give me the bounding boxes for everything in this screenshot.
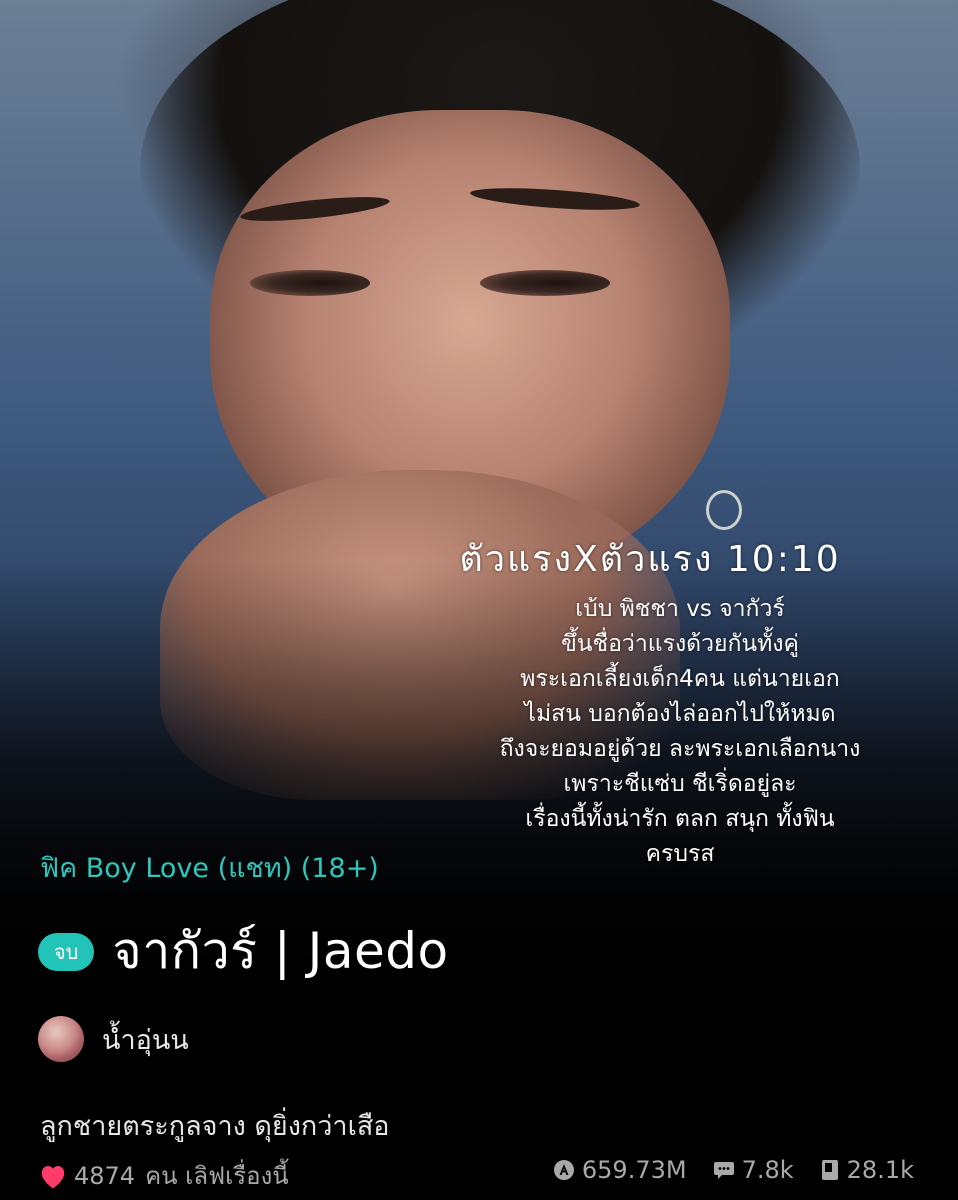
cover-overlay-blurb: เบ้บ พิชชา vs จากัวร์ ขึ้นชื่อว่าแรงด้วย… — [430, 592, 930, 872]
author-link[interactable]: น้ำอุ่นน — [38, 1016, 189, 1062]
blurb-line: ไม่สน บอกต้องไล่ออกไปให้หมด — [524, 701, 836, 727]
cover-overlay-title: ตัวแรงXตัวแรง 10:10 — [459, 539, 841, 580]
comments-count: 7.8k — [741, 1156, 794, 1184]
blurb-line: เบ้บ พิชชา vs จากัวร์ — [575, 596, 785, 622]
views-icon — [553, 1160, 574, 1180]
likes-label: คน เลิฟเรื่องนี้ — [145, 1162, 289, 1190]
blurb-line: ครบรส — [645, 841, 715, 867]
blurb-line: ถึงจะยอมอยู่ด้วย ละพระเอกเลือกนาง — [499, 736, 861, 762]
views-count: 659.73M — [581, 1156, 687, 1184]
comments-stat: 7.8k — [713, 1156, 794, 1184]
author-name[interactable]: น้ำอุ่นน — [102, 1018, 189, 1061]
likes-stat[interactable]: 4874 คน เลิฟเรื่องนี้ — [38, 1156, 289, 1195]
story-title: จากัวร์ | Jaedo — [112, 922, 449, 980]
cover-eye-right — [480, 270, 610, 296]
cover-earring — [706, 490, 742, 530]
story-synopsis: ลูกชายตระกูลจาง ดุยิ่งกว่าเสือ — [40, 1111, 390, 1142]
likes-count: 4874 — [74, 1161, 136, 1190]
chapters-count: 28.1k — [846, 1156, 914, 1184]
views-stat: 659.73M — [553, 1156, 687, 1184]
cover-eye-left — [250, 270, 370, 296]
story-category-link[interactable]: ฟิค Boy Love (แชท) (18+) — [40, 846, 379, 889]
blurb-line: เรื่องนี้ทั้งน่ารัก ตลก สนุก ทั้งฟิน — [525, 806, 835, 832]
blurb-line: ขึ้นชื่อว่าแรงด้วยกันทั้งคู่ — [561, 631, 799, 657]
book-icon — [821, 1160, 838, 1180]
chapters-stat: 28.1k — [820, 1156, 914, 1184]
blurb-line: เพราะชีแซ่บ ชีเริ่ดอยู่ละ — [563, 771, 797, 797]
story-title-row: จบ จากัวร์ | Jaedo — [38, 912, 449, 991]
blurb-line: พระเอกเลี้ยงเด็ก4คน แต่นายเอก — [520, 666, 840, 692]
author-avatar[interactable] — [38, 1016, 84, 1062]
comment-icon — [713, 1162, 734, 1179]
story-stats: 659.73M 7.8k 28.1k — [527, 1156, 914, 1184]
heart-icon[interactable] — [38, 1162, 68, 1190]
status-badge: จบ — [38, 932, 95, 971]
